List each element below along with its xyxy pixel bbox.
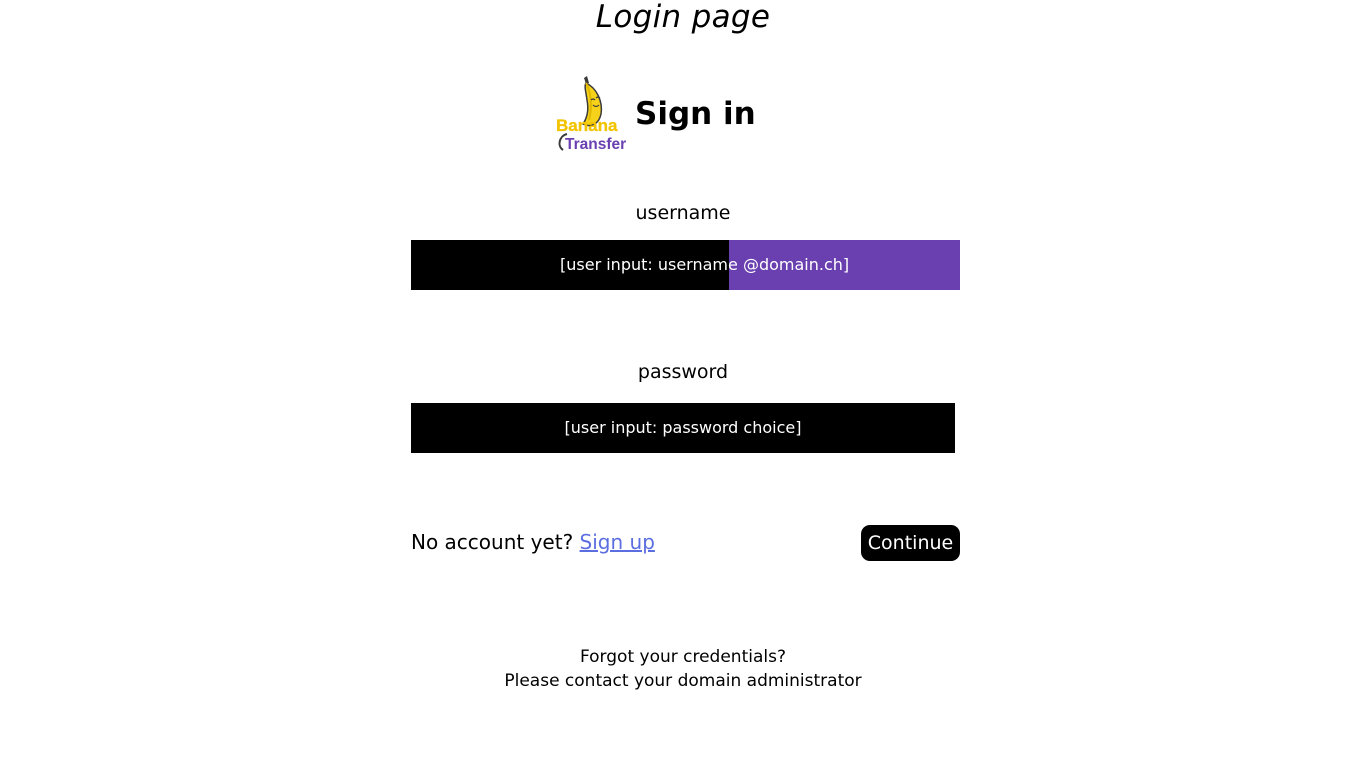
username-input[interactable]: [user input: username @domain.ch] xyxy=(411,240,960,290)
sign-in-heading: Sign in xyxy=(635,96,756,132)
password-value: [user input: password choice] xyxy=(564,418,802,437)
page-title: Login page xyxy=(595,0,771,35)
password-label: password xyxy=(637,361,729,383)
sign-up-link[interactable]: Sign up xyxy=(580,530,655,554)
logo-text-transfer: Transfer xyxy=(565,136,626,153)
username-label: username xyxy=(635,202,731,224)
logo-text-banana: Banana xyxy=(556,116,618,135)
banana-transfer-logo: Banana Transfer xyxy=(553,74,627,156)
password-input[interactable]: [user input: password choice] xyxy=(411,403,955,453)
contact-admin-text: Please contact your domain administrator xyxy=(504,671,862,691)
forgot-credentials-text: Forgot your credentials? xyxy=(579,647,786,667)
login-page: Login page Banana Transfer Sign in usern… xyxy=(0,0,1366,768)
continue-button[interactable]: Continue xyxy=(861,525,960,561)
username-value: [user input: username @domain.ch] xyxy=(560,255,850,274)
no-account-text: No account yet? xyxy=(411,530,574,554)
banana-icon: Banana Transfer xyxy=(556,76,626,153)
account-row: No account yet? Sign up xyxy=(411,528,655,556)
